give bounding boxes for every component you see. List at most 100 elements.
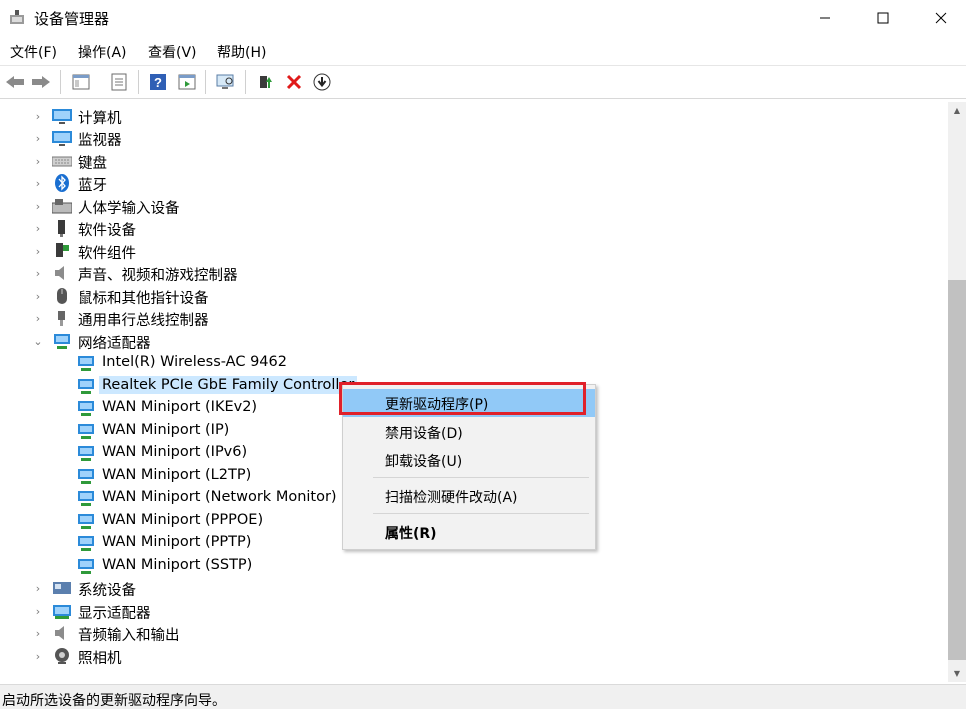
tree-item-label: 鼠标和其他指针设备 xyxy=(78,291,209,307)
expand-chevron-icon[interactable]: › xyxy=(31,195,45,217)
maximize-button[interactable] xyxy=(860,0,906,36)
expand-chevron-icon[interactable]: › xyxy=(31,172,45,194)
show-hide-console-tree-icon xyxy=(72,74,90,90)
tree-item-network-adapters[interactable]: ⌄ 网络适配器 xyxy=(0,330,940,352)
menu-view[interactable]: 查看(V) xyxy=(148,42,197,62)
network-adapter-icon xyxy=(76,489,96,507)
expand-chevron-icon[interactable]: › xyxy=(31,307,45,329)
tree-item-network-adapter[interactable]: WAN Miniport (SSTP) xyxy=(0,555,940,577)
menu-item-properties[interactable]: 属性(R) xyxy=(343,518,595,546)
usb-icon xyxy=(52,309,72,327)
window-title: 设备管理器 xyxy=(34,10,110,28)
expand-chevron-icon[interactable]: › xyxy=(31,105,45,127)
tree-item-label: 蓝牙 xyxy=(78,178,107,194)
software-device-icon xyxy=(52,219,72,237)
network-icon xyxy=(52,332,72,350)
expand-chevron-icon[interactable]: › xyxy=(31,600,45,622)
tree-item-label: 声音、视频和游戏控制器 xyxy=(78,268,238,284)
menu-bar: 文件(F) 操作(A) 查看(V) 帮助(H) xyxy=(0,38,966,64)
forward-button[interactable] xyxy=(30,71,52,93)
uninstall-device-button[interactable] xyxy=(283,71,305,93)
collapse-chevron-icon[interactable]: ⌄ xyxy=(31,330,45,352)
scroll-up-arrow-icon[interactable]: ▲ xyxy=(948,102,966,119)
tree-item-label: 计算机 xyxy=(78,111,122,127)
network-adapter-icon xyxy=(76,534,96,552)
tree-item-computer[interactable]: › 计算机 xyxy=(0,105,940,127)
audio-io-icon xyxy=(52,624,72,642)
tree-item-label: WAN Miniport (PPTP) xyxy=(102,534,252,550)
network-adapter-icon xyxy=(76,354,96,372)
menu-item-scan-hardware[interactable]: 扫描检测硬件改动(A) xyxy=(343,482,595,510)
tree-item-label: 软件组件 xyxy=(78,246,136,262)
tree-item-software-device[interactable]: › 软件设备 xyxy=(0,217,940,239)
back-button[interactable] xyxy=(4,71,26,93)
status-text: 启动所选设备的更新驱动程序向导。 xyxy=(2,693,226,709)
back-icon xyxy=(6,76,24,88)
toolbar-separator xyxy=(245,70,246,94)
tree-item-display-adapters[interactable]: › 显示适配器 xyxy=(0,600,940,623)
expand-chevron-icon[interactable]: › xyxy=(31,150,45,172)
close-button[interactable] xyxy=(918,0,964,36)
tree-item-sound-video-game[interactable]: › 声音、视频和游戏控制器 xyxy=(0,262,940,284)
expand-chevron-icon[interactable]: › xyxy=(31,622,45,644)
tree-item-label: 照相机 xyxy=(78,651,122,667)
properties-toolbar-button[interactable] xyxy=(108,71,130,93)
tree-item-label: 键盘 xyxy=(78,156,107,172)
monitor-icon xyxy=(52,129,72,147)
tree-item-keyboard[interactable]: › 键盘 xyxy=(0,150,940,173)
tree-item-mouse[interactable]: › 鼠标和其他指针设备 xyxy=(0,285,940,307)
tree-item-label: Realtek PCIe GbE Family Controller xyxy=(99,376,358,394)
annotation-highlight-box xyxy=(339,382,586,415)
tree-item-system-devices[interactable]: › 系统设备 xyxy=(0,577,940,600)
scan-hardware-button[interactable] xyxy=(215,71,237,93)
maximize-icon xyxy=(877,12,889,24)
expand-chevron-icon[interactable]: › xyxy=(31,127,45,149)
menu-file[interactable]: 文件(F) xyxy=(10,42,57,62)
minimize-button[interactable] xyxy=(802,0,848,36)
enable-device-button[interactable] xyxy=(311,71,333,93)
action-pane-button[interactable] xyxy=(176,71,198,93)
network-adapter-icon xyxy=(76,444,96,462)
software-component-icon xyxy=(52,242,72,260)
tree-item-label: 音频输入和输出 xyxy=(78,628,180,644)
console-tree-button[interactable] xyxy=(70,71,92,93)
scroll-down-arrow-icon[interactable]: ▼ xyxy=(948,665,966,682)
tree-item-monitor[interactable]: › 监视器 xyxy=(0,127,940,149)
tree-item-label: WAN Miniport (L2TP) xyxy=(102,467,252,483)
menu-item-uninstall-device[interactable]: 卸载设备(U) xyxy=(343,446,595,474)
expand-chevron-icon[interactable]: › xyxy=(31,285,45,307)
network-adapter-icon xyxy=(76,557,96,575)
tree-item-bluetooth[interactable]: › 蓝牙 xyxy=(0,172,940,194)
menu-action[interactable]: 操作(A) xyxy=(78,42,127,62)
menu-item-disable-device[interactable]: 禁用设备(D) xyxy=(343,418,595,446)
camera-icon xyxy=(52,647,72,665)
uninstall-device-icon xyxy=(286,74,302,90)
minimize-icon xyxy=(820,17,830,19)
tree-item-software-component[interactable]: › 软件组件 xyxy=(0,240,940,262)
bluetooth-icon xyxy=(52,174,72,192)
update-driver-icon xyxy=(260,76,272,88)
expand-chevron-icon[interactable]: › xyxy=(31,262,45,284)
expand-chevron-icon[interactable]: › xyxy=(31,577,45,599)
tree-item-hid[interactable]: › 人体学输入设备 xyxy=(0,195,940,217)
expand-chevron-icon[interactable]: › xyxy=(31,240,45,262)
properties-icon xyxy=(111,73,127,91)
scrollbar-thumb[interactable] xyxy=(948,280,966,660)
menu-help[interactable]: 帮助(H) xyxy=(217,42,266,62)
tree-item-usb[interactable]: › 通用串行总线控制器 xyxy=(0,307,940,329)
show-action-pane-icon xyxy=(178,74,196,90)
expand-chevron-icon[interactable]: › xyxy=(31,645,45,667)
toolbar-separator xyxy=(60,70,61,94)
tree-item-label: WAN Miniport (IP) xyxy=(102,422,230,438)
network-adapter-icon xyxy=(76,467,96,485)
mouse-icon xyxy=(52,287,72,305)
tree-item-network-adapter[interactable]: Intel(R) Wireless-AC 9462 xyxy=(0,352,940,374)
tree-item-camera[interactable]: › 照相机 xyxy=(0,645,940,667)
help-button[interactable]: ? xyxy=(147,71,169,93)
tree-item-label: Intel(R) Wireless-AC 9462 xyxy=(102,354,287,370)
update-driver-button[interactable] xyxy=(254,71,276,93)
tree-item-label: 人体学输入设备 xyxy=(78,201,180,217)
menu-separator xyxy=(373,513,589,514)
tree-item-audio-io[interactable]: › 音频输入和输出 xyxy=(0,622,940,644)
expand-chevron-icon[interactable]: › xyxy=(31,217,45,239)
